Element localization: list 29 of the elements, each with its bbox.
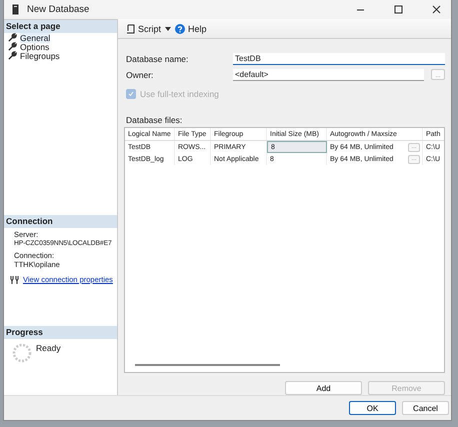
sidebar-item[interactable]: Filegroups [20,50,60,60]
script-button[interactable]: Script [126,24,162,34]
wrench-icon [8,42,17,51]
add-button[interactable]: Add [285,381,362,395]
sidebar-item[interactable]: General [20,32,50,42]
connection-icon [10,276,19,284]
dialog-button[interactable]: Cancel [402,401,449,415]
progress-status: Ready [36,343,61,355]
owner-field[interactable]: <default> [233,68,424,80]
section-label: Database files: [125,115,184,125]
database-icon [12,4,19,15]
section-header: Progress [4,326,117,339]
scrollbar-thumb[interactable] [135,364,280,366]
database-name-field[interactable]: TestDB [233,52,445,64]
help-icon [175,24,186,34]
field-label: Owner: [125,70,154,80]
dialog-button[interactable]: OK [349,401,396,415]
window-title: New Database [27,4,90,15]
script-icon [126,24,135,34]
help-button[interactable]: Help [175,24,207,34]
section-header: Connection [4,215,117,228]
sidebar-item[interactable]: Options [20,42,50,52]
wrench-icon [8,33,17,42]
spinner-icon [12,343,32,363]
field-label: Database name: [125,54,190,64]
dropdown-arrow-icon[interactable] [165,26,172,30]
section-header: Select a page [4,20,117,33]
wrench-icon [8,51,17,60]
checkbox-label: Use full-text indexing [140,89,219,99]
